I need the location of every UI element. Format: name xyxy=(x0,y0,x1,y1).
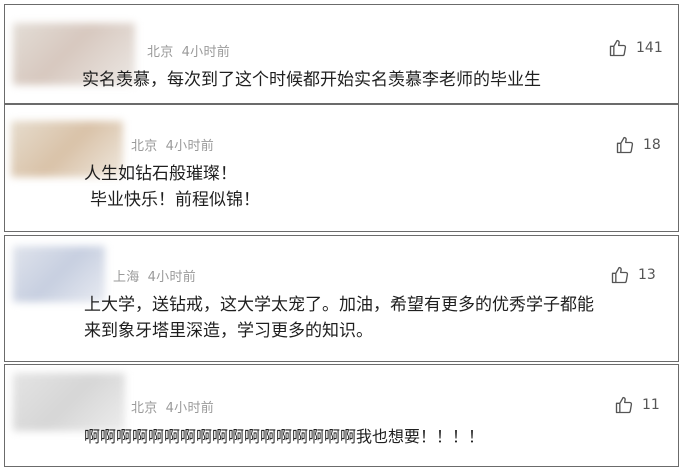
like-count: 13 xyxy=(638,267,656,283)
comment-time: 4小时前 xyxy=(165,401,215,416)
comment-text: 上大学，送钻戒，这大学太宠了。加油，希望有更多的优秀学子都能 来到象牙塔里深造，… xyxy=(84,292,594,344)
like-count: 18 xyxy=(643,137,661,153)
comment-text: 人生如钻石般璀璨！ 毕业快乐！前程似锦！ xyxy=(84,161,260,213)
comment-line: 人生如钻石般璀璨！ xyxy=(84,164,237,184)
comment-meta: 上海 4小时前 xyxy=(113,266,196,285)
comment-text: 啊啊啊啊啊啊啊啊啊啊啊啊啊啊啊啊啊我也想要！！！！ xyxy=(84,424,484,450)
avatar[interactable] xyxy=(13,373,125,431)
like-button[interactable]: 18 xyxy=(615,135,661,155)
comment-line: 来到象牙塔里深造，学习更多的知识。 xyxy=(84,321,373,341)
comment-line: 上大学，送钻戒，这大学太宠了。加油，希望有更多的优秀学子都能 xyxy=(84,295,594,315)
comment-meta: 北京 4小时前 xyxy=(131,135,214,154)
comment-card: 北京 4小时前 141 实名羡慕，每次到了这个时候都开始实名羡慕李老师的毕业生 xyxy=(4,4,679,104)
like-count: 141 xyxy=(636,40,663,56)
thumbs-up-icon xyxy=(616,136,634,154)
comment-line: 啊啊啊啊啊啊啊啊啊啊啊啊啊啊啊啊啊我也想要！！！！ xyxy=(84,427,485,446)
like-button[interactable]: 13 xyxy=(610,265,656,285)
comment-card: 北京 4小时前 11 啊啊啊啊啊啊啊啊啊啊啊啊啊啊啊啊啊我也想要！！！！ xyxy=(4,364,679,467)
comment-meta: 北京 4小时前 xyxy=(131,397,214,416)
comment-time: 4小时前 xyxy=(147,270,197,285)
comment-card: 上海 4小时前 13 上大学，送钻戒，这大学太宠了。加油，希望有更多的优秀学子都能… xyxy=(4,235,679,362)
comment-meta: 北京 4小时前 xyxy=(147,41,230,60)
comment-location: 北京 xyxy=(147,45,174,60)
like-button[interactable]: 141 xyxy=(608,38,663,58)
comment-time: 4小时前 xyxy=(165,139,215,154)
comment-line: 实名羡慕，每次到了这个时候都开始实名羡慕李老师的毕业生 xyxy=(82,70,541,90)
comment-location: 北京 xyxy=(131,401,158,416)
comment-location: 上海 xyxy=(113,270,140,285)
thumbs-up-icon xyxy=(615,396,633,414)
thumbs-up-icon xyxy=(611,266,629,284)
comment-line: 毕业快乐！前程似锦！ xyxy=(90,190,260,210)
comment-text: 实名羡慕，每次到了这个时候都开始实名羡慕李老师的毕业生 xyxy=(82,67,541,93)
like-button[interactable]: 11 xyxy=(614,395,660,415)
comment-card: 北京 4小时前 18 人生如钻石般璀璨！ 毕业快乐！前程似锦！ xyxy=(4,104,679,232)
thumbs-up-icon xyxy=(609,39,627,57)
comment-time: 4小时前 xyxy=(181,45,231,60)
comment-location: 北京 xyxy=(131,139,158,154)
like-count: 11 xyxy=(642,397,660,413)
